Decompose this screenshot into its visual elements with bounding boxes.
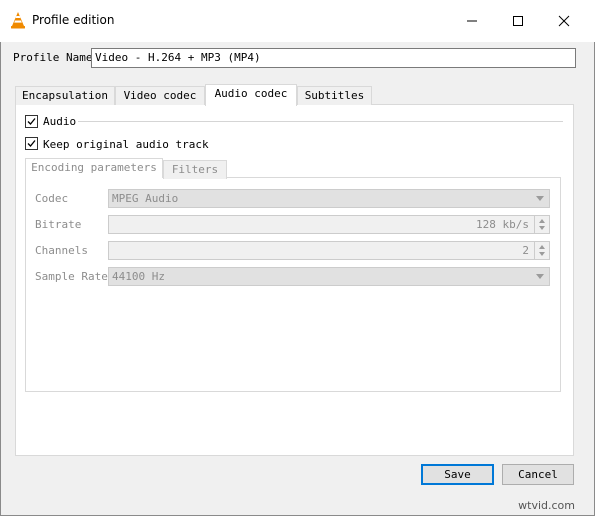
- maximize-button[interactable]: [495, 0, 541, 42]
- close-icon: [558, 15, 570, 27]
- profile-name-input[interactable]: Video - H.264 + MP3 (MP4): [91, 48, 576, 68]
- checkmark-icon: [27, 140, 36, 147]
- maximize-icon: [513, 16, 523, 26]
- profile-name-label: Profile Name: [13, 51, 93, 64]
- audio-checkbox[interactable]: [25, 115, 38, 128]
- codec-select[interactable]: MPEG Audio: [108, 189, 550, 208]
- audio-group-divider: [78, 121, 563, 122]
- tab-encapsulation[interactable]: Encapsulation: [15, 86, 115, 105]
- bitrate-spinbox[interactable]: 128 kb/s: [108, 215, 550, 234]
- vlc-cone-icon: [10, 11, 26, 32]
- tab-subtitles[interactable]: Subtitles: [297, 86, 372, 105]
- channels-spinbox[interactable]: 2: [108, 241, 550, 260]
- codec-label: Codec: [35, 192, 69, 205]
- tab-video-codec[interactable]: Video codec: [115, 86, 205, 105]
- chevron-down-icon: [536, 274, 544, 279]
- sample-rate-value: 44100 Hz: [112, 270, 165, 283]
- audio-checkbox-label: Audio: [43, 115, 77, 128]
- channels-spin-arrows[interactable]: [534, 242, 549, 259]
- sample-rate-select[interactable]: 44100 Hz: [108, 267, 550, 286]
- watermark-text: wtvid.com: [518, 499, 575, 512]
- window-title: Profile edition: [32, 13, 115, 27]
- subtab-filters[interactable]: Filters: [163, 160, 227, 179]
- spin-up-down-icon: [539, 245, 545, 256]
- bitrate-spin-arrows[interactable]: [534, 216, 549, 233]
- bitrate-label: Bitrate: [35, 218, 82, 231]
- chevron-down-icon: [536, 196, 544, 201]
- subtab-encoding-parameters[interactable]: Encoding parameters: [25, 158, 163, 178]
- minimize-button[interactable]: [449, 0, 495, 42]
- keep-original-label: Keep original audio track: [43, 138, 209, 151]
- keep-original-checkbox[interactable]: [25, 137, 38, 150]
- cancel-button[interactable]: Cancel: [502, 464, 574, 485]
- sample-rate-label: Sample Rate: [35, 270, 108, 283]
- codec-value: MPEG Audio: [112, 192, 179, 205]
- checkmark-icon: [27, 118, 36, 125]
- close-button[interactable]: [541, 0, 587, 42]
- spin-up-down-icon: [539, 219, 545, 230]
- title-bar: Profile edition: [0, 0, 595, 42]
- save-button[interactable]: Save: [421, 464, 494, 485]
- tab-audio-codec[interactable]: Audio codec: [205, 84, 297, 106]
- channels-label: Channels: [35, 244, 88, 257]
- minimize-icon: [467, 20, 477, 22]
